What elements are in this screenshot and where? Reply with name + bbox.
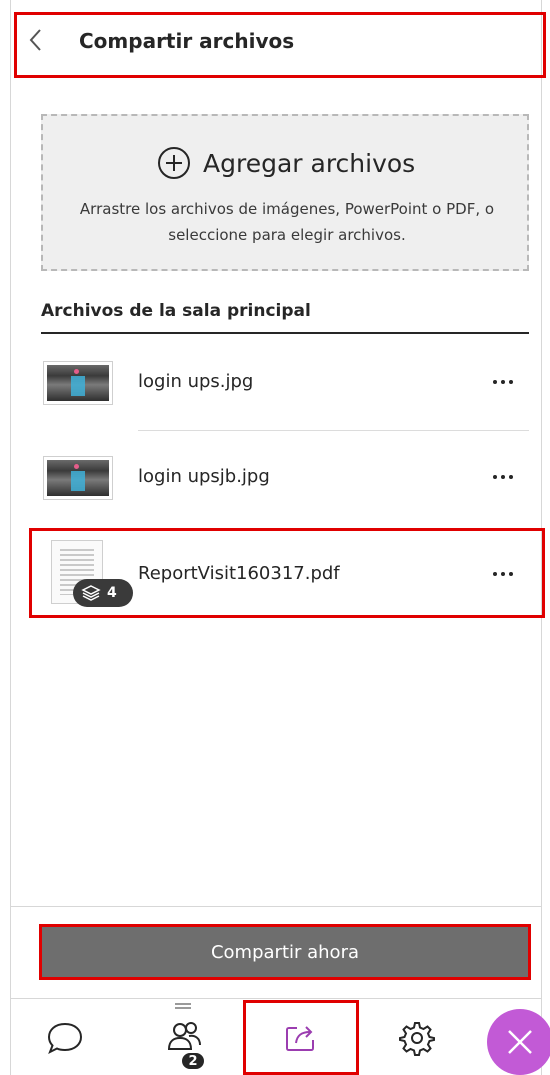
close-icon [508,1030,532,1054]
file-name: login upsjb.jpg [138,466,270,487]
section-title: Archivos de la sala principal [41,301,311,321]
add-files-row[interactable]: Agregar archivos [157,146,415,180]
share-button-highlight [39,924,531,980]
add-files-dropzone[interactable]: Agregar archivos Arrastre los archivos d… [41,114,529,271]
chat-bubble-icon [47,1022,83,1054]
file-list-item[interactable]: login ups.jpg [41,353,529,413]
share-tab-highlight [243,1000,359,1075]
pdf-row-highlight [29,528,545,618]
file-list-item[interactable]: login upsjb.jpg [41,448,529,508]
file-thumbnail [43,361,113,405]
file-thumbnail [43,456,113,500]
attendee-count-badge: 2 [180,1051,206,1071]
header-highlight [14,12,546,78]
tab-chat[interactable] [25,999,105,1075]
section-divider [41,332,529,334]
close-session-button[interactable] [487,1009,550,1075]
gear-icon [399,1021,435,1056]
file-name: login ups.jpg [138,371,254,392]
row-divider [138,430,529,431]
dropzone-hint: Arrastre los archivos de imágenes, Power… [79,200,495,244]
more-options-icon[interactable] [491,472,515,482]
add-files-label: Agregar archivos [203,148,416,178]
add-circle-icon [158,147,190,179]
tab-settings[interactable] [377,999,457,1075]
footer-divider [11,906,541,907]
more-options-icon[interactable] [491,377,515,387]
